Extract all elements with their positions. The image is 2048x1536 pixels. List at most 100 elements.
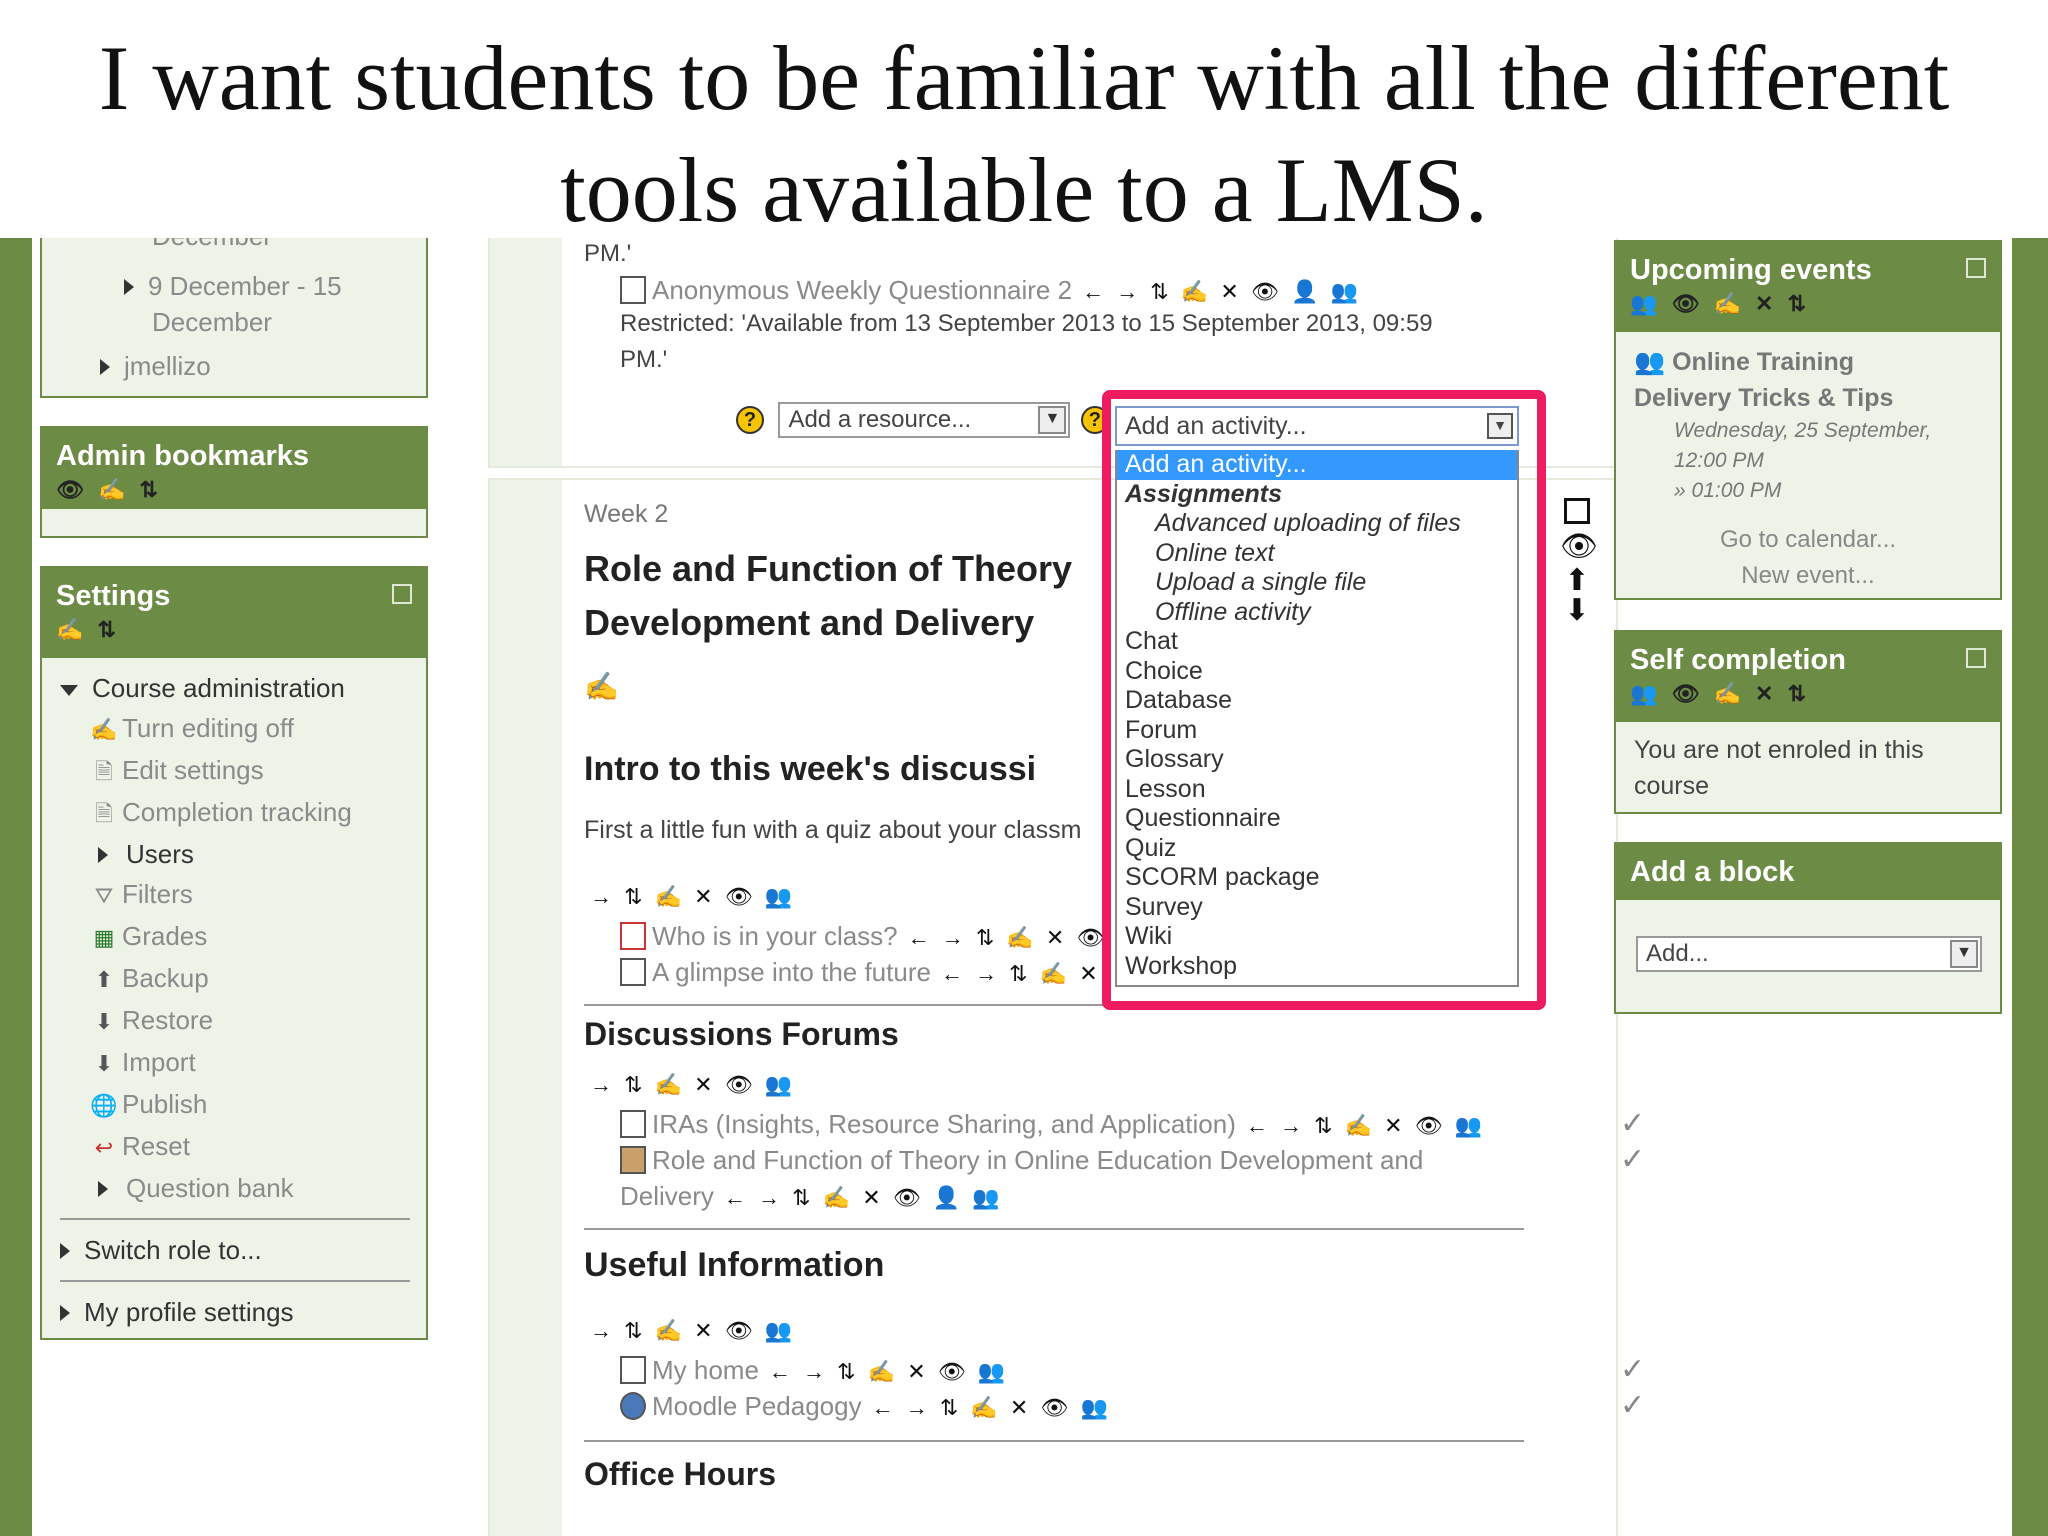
move-icon[interactable]: ⬆ ⬇ xyxy=(1560,566,1594,626)
settings-item-publish[interactable]: 🌐 Publish xyxy=(90,1084,410,1126)
block-edit-icons[interactable]: 👥 👁 ✍ ✕ ⇅ xyxy=(1630,681,1986,707)
settings-item-turn-editing-off[interactable]: ✍ Turn editing off xyxy=(90,708,410,750)
activity-link-cont[interactable]: Delivery xyxy=(620,1181,714,1211)
settings-item-label: Users xyxy=(126,839,194,869)
section-controls: 👁 ⬆ ⬇ xyxy=(1560,494,1598,626)
event-title-line-1: Online Training xyxy=(1672,348,1855,376)
forum-icon xyxy=(620,1146,646,1174)
settings-item-import[interactable]: ⬇ Import xyxy=(90,1042,410,1084)
block-edit-icons[interactable]: ✍ ⇅ xyxy=(56,617,412,643)
edit-summary-icon[interactable]: ✍ xyxy=(584,670,619,703)
activity-edit-icons[interactable]: ← → ⇅ ✍ ✕ 👁 👥 xyxy=(769,1359,1008,1384)
activity-edit-icons[interactable]: ← → ⇅ ✍ ✕ 👁 👥 xyxy=(872,1395,1111,1420)
grid-icon: ▦ xyxy=(93,925,115,950)
add-activity-select[interactable]: Add an activity... ▼ Add an activity... … xyxy=(1115,406,1519,987)
option-database[interactable]: Database xyxy=(1117,686,1517,716)
divider xyxy=(60,1280,410,1282)
option-lesson[interactable]: Lesson xyxy=(1117,775,1517,805)
collapse-block-icon[interactable] xyxy=(1966,258,1986,278)
activity-link[interactable]: Anonymous Weekly Questionnaire 2 xyxy=(652,275,1072,305)
activity-edit-icons[interactable]: ← → ⇅ ✍ ✕ 👁 xyxy=(908,925,1108,950)
add-activity-combo[interactable]: Add an activity... ▼ xyxy=(1115,406,1519,446)
block-edit-icons[interactable]: 👁 ✍ ⇅ xyxy=(56,477,412,503)
option-advanced-uploading[interactable]: Advanced uploading of files xyxy=(1117,509,1517,539)
profile-settings-node[interactable]: My profile settings xyxy=(60,1292,410,1332)
funnel-icon: ⛛ xyxy=(94,883,114,908)
expand-arrow-icon xyxy=(100,359,110,375)
collapse-block-icon[interactable] xyxy=(392,584,412,604)
settings-item-question-bank[interactable]: Question bank xyxy=(90,1168,410,1208)
activity-edit-icons[interactable]: ← → ⇅ ✍ ✕ 👁 👤 👥 xyxy=(1082,279,1361,304)
go-to-calendar-link[interactable]: Go to calendar... xyxy=(1616,522,2000,558)
chevron-down-icon: ▼ xyxy=(1487,413,1513,439)
optgroup-assignments: Assignments xyxy=(1125,479,1282,508)
option-wiki[interactable]: Wiki xyxy=(1117,922,1517,952)
settings-item-edit-settings[interactable]: 🗎 Edit settings xyxy=(90,750,410,792)
activity-edit-icons[interactable]: ← → ⇅ ✍ ✕ 👁 👤 👥 xyxy=(724,1185,1003,1210)
settings-item-label: Edit settings xyxy=(122,755,264,785)
block-edit-icons[interactable]: 👥 👁 ✍ ✕ ⇅ xyxy=(1630,291,1986,317)
switch-role-node[interactable]: Switch role to... xyxy=(60,1230,410,1270)
activity-link[interactable]: Moodle Pedagogy xyxy=(652,1391,862,1421)
nav-week-item[interactable]: 9 December - 15 xyxy=(124,266,342,306)
settings-item-grades[interactable]: ▦ Grades xyxy=(90,916,410,958)
activity-link[interactable]: A glimpse into the future xyxy=(652,957,931,987)
option-add-activity[interactable]: Add an activity... xyxy=(1117,450,1517,480)
label-edit-icons[interactable]: → ⇅ ✍ ✕ 👁 👥 xyxy=(590,1318,795,1344)
option-offline-activity[interactable]: Offline activity xyxy=(1117,598,1517,628)
activity-link[interactable]: Who is in your class? xyxy=(652,921,898,951)
option-upload-single-file[interactable]: Upload a single file xyxy=(1117,568,1517,598)
option-workshop[interactable]: Workshop xyxy=(1117,952,1517,982)
add-block-title: Add a block xyxy=(1630,856,1795,888)
collapse-block-icon[interactable] xyxy=(1966,648,1986,668)
new-event-link[interactable]: New event... xyxy=(1616,558,2000,594)
settings-block: Settings ✍ ⇅ Course administration ✍ Turn… xyxy=(40,566,428,1340)
forums-heading: Discussions Forums xyxy=(584,1016,899,1052)
navigation-block: December 9 December - 15 December jmelli… xyxy=(40,238,428,398)
event-title[interactable]: 👥 Online Training Delivery Tricks & Tips xyxy=(1634,344,1893,416)
settings-item-users[interactable]: Users xyxy=(90,834,410,874)
highlight-section-icon[interactable] xyxy=(1564,498,1590,524)
activity-link[interactable]: My home xyxy=(652,1355,759,1385)
settings-item-reset[interactable]: ↩ Reset xyxy=(90,1126,410,1168)
option-survey[interactable]: Survey xyxy=(1117,893,1517,923)
label-edit-icons[interactable]: → ⇅ ✍ ✕ 👁 👥 xyxy=(590,1072,795,1098)
settings-item-restore[interactable]: ⬇ Restore xyxy=(90,1000,410,1042)
section-left-margin xyxy=(490,238,562,466)
forum-iras: IRAs (Insights, Resource Sharing, and Ap… xyxy=(620,1106,1645,1144)
option-choice[interactable]: Choice xyxy=(1117,657,1517,687)
add-resource-select[interactable]: Add a resource... ▼ xyxy=(778,402,1071,438)
upcoming-events-header: Upcoming events 👥 👁 ✍ ✕ ⇅ xyxy=(1616,242,2000,332)
settings-item-backup[interactable]: ⬆ Backup xyxy=(90,958,410,1000)
activity-link[interactable]: Role and Function of Theory in Online Ed… xyxy=(652,1145,1423,1175)
option-chat[interactable]: Chat xyxy=(1117,627,1517,657)
settings-item-label: Backup xyxy=(122,963,209,993)
settings-item-filters[interactable]: ⛛ Filters xyxy=(90,874,410,916)
activity-link[interactable]: IRAs (Insights, Resource Sharing, and Ap… xyxy=(652,1109,1236,1139)
option-questionnaire[interactable]: Questionnaire xyxy=(1117,804,1517,834)
settings-item-label: Completion tracking xyxy=(122,797,352,827)
self-completion-block: Self completion 👥 👁 ✍ ✕ ⇅ You are not en… xyxy=(1614,630,2002,814)
option-glossary[interactable]: Glossary xyxy=(1117,745,1517,775)
page-icon xyxy=(620,1110,646,1138)
add-block-select[interactable]: Add... ▼ xyxy=(1636,936,1982,972)
activity-edit-icons[interactable]: ← → ⇅ ✍ ✕ xyxy=(941,961,1101,986)
label-edit-icons[interactable]: → ⇅ ✍ ✕ 👁 👥 xyxy=(590,884,795,910)
nav-user-item[interactable]: jmellizo xyxy=(100,346,211,386)
activity-edit-icons[interactable]: ← → ⇅ ✍ ✕ 👁 👥 xyxy=(1246,1113,1485,1138)
admin-bookmarks-block: Admin bookmarks 👁 ✍ ⇅ xyxy=(40,426,428,538)
moodle-screenshot: December 9 December - 15 December jmelli… xyxy=(0,238,2048,1536)
chevron-down-icon: ▼ xyxy=(1038,406,1067,434)
add-resource-value: Add a resource... xyxy=(788,406,972,433)
course-administration-node[interactable]: Course administration xyxy=(60,668,410,708)
option-forum[interactable]: Forum xyxy=(1117,716,1517,746)
self-completion-text: You are not enroled in this course xyxy=(1634,732,1924,804)
section-title-line-1: Role and Function of Theory xyxy=(584,548,1072,589)
option-online-text[interactable]: Online text xyxy=(1117,539,1517,569)
eye-icon[interactable]: 👁 xyxy=(1560,528,1598,566)
option-quiz[interactable]: Quiz xyxy=(1117,834,1517,864)
settings-tree: Course administration ✍ Turn editing off … xyxy=(60,668,410,1332)
option-scorm-package[interactable]: SCORM package xyxy=(1117,863,1517,893)
help-icon[interactable]: ? xyxy=(736,406,764,434)
settings-item-completion-tracking[interactable]: 🗎 Completion tracking xyxy=(90,792,410,834)
